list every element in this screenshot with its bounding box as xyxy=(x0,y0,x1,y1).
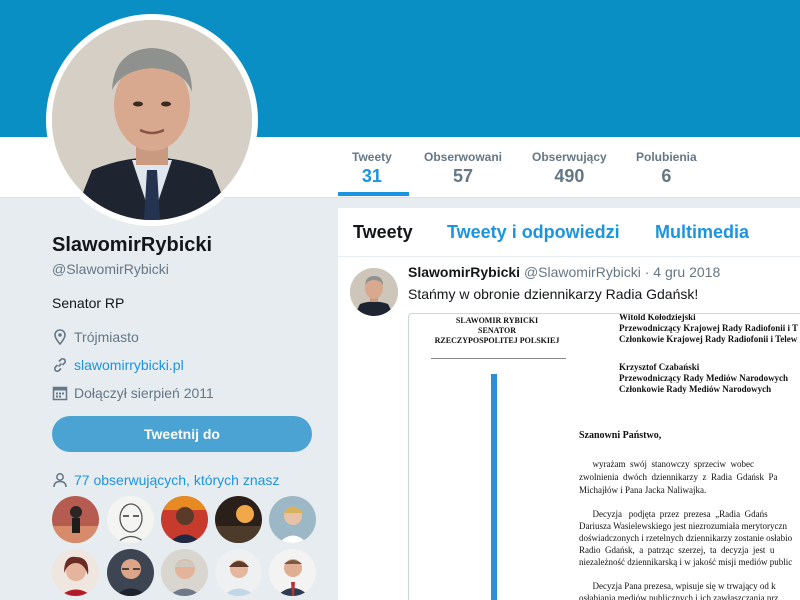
timeline-tabs: Tweety Tweety i odpowiedzi Multimedia xyxy=(338,208,800,257)
website-link[interactable]: slawomirrybicki.pl xyxy=(74,357,184,373)
tweet-author-handle[interactable]: @SlawomirRybicki xyxy=(524,264,641,280)
tweet-text: Stańmy w obronie dziennikarzy Radia Gdań… xyxy=(408,286,699,302)
doc-text-line: Dariusza Wasielewskiego jest niezrozumia… xyxy=(579,521,788,531)
stat-value: 490 xyxy=(554,166,585,186)
doc-text-line: Michajłów i Pana Jacka Naliwajka. xyxy=(579,485,707,495)
follower-avatar[interactable] xyxy=(269,549,316,596)
doc-recipient-line: Członkowie Krajowej Rady Radiofonii i Te… xyxy=(619,334,798,344)
tweet-date[interactable]: · 4 gru 2018 xyxy=(645,264,721,280)
profile-sidebar: SlawomirRybicki @SlawomirRybicki Senator… xyxy=(52,234,322,401)
doc-sender-line: SENATOR xyxy=(478,326,516,335)
doc-greeting: Szanowni Państwo, xyxy=(579,430,662,441)
doc-text-line: zwolnienia dwóch dziennikarzy z Radia Gd… xyxy=(579,472,778,482)
stat-label: Polubienia xyxy=(636,150,697,164)
doc-blue-bar xyxy=(491,374,497,600)
doc-text-line: wyrażam swój stanowczy sprzeciw wobec xyxy=(579,459,754,469)
tweet-avatar[interactable] xyxy=(350,268,398,316)
followers-you-know-link[interactable]: 77 obserwujących, których znasz xyxy=(52,472,279,488)
follower-avatar[interactable] xyxy=(52,496,99,543)
doc-sender-line: RZECZYPOSPOLITEJ POLSKIEJ xyxy=(434,336,560,345)
stat-value: 6 xyxy=(661,166,672,186)
stat-value: 57 xyxy=(453,166,474,186)
stat-value: 31 xyxy=(361,166,382,186)
profile-joined: Dołączył sierpień 2011 xyxy=(52,385,322,401)
tab-tweets-and-replies[interactable]: Tweety i odpowiedzi xyxy=(447,222,620,243)
stat-likes[interactable]: Polubienia 6 xyxy=(636,150,697,187)
follower-avatar[interactable] xyxy=(161,496,208,543)
profile-location: Trójmiasto xyxy=(52,329,322,345)
stat-label: Obserwujący xyxy=(532,150,607,164)
stat-following[interactable]: Obserwowani 57 xyxy=(424,150,502,187)
doc-text-line: osłabiania mediów publicznych i ich zawł… xyxy=(579,593,779,600)
doc-divider xyxy=(431,358,566,359)
person-icon xyxy=(52,472,68,488)
active-stat-indicator xyxy=(338,192,409,196)
doc-recipient-line: Przewodniczący Krajowej Rady Radiofonii … xyxy=(619,323,799,333)
stat-label: Obserwowani xyxy=(424,150,503,164)
doc-text-line: Decyzja Pana prezesa, wpisuje się w trwa… xyxy=(579,581,776,591)
doc-recipient-line: Przewodniczący Rady Mediów Narodowych xyxy=(619,373,789,383)
doc-text-line: niezależność dziennikarską i w jakość mi… xyxy=(579,557,793,567)
follower-avatar[interactable] xyxy=(107,496,154,543)
doc-text-line: Decyzja podjęta przez prezesa „Radia Gda… xyxy=(579,509,768,519)
profile-handle[interactable]: @SlawomirRybicki xyxy=(52,261,322,277)
tweet-media-document[interactable]: SLAWOMIR RYBICKI SENATOR RZECZYPOSPOLITE… xyxy=(408,313,800,600)
follower-avatar[interactable] xyxy=(269,496,316,543)
avatar-photo xyxy=(52,20,252,220)
tweet-header: SlawomirRybicki @SlawomirRybicki · 4 gru… xyxy=(408,264,720,280)
doc-text-line: Radio Gdańsk, a patrząc szerzej, ta decy… xyxy=(579,545,775,555)
timeline: Tweety Tweety i odpowiedzi Multimedia Sl… xyxy=(338,208,800,600)
link-icon xyxy=(52,357,68,373)
follower-avatar[interactable] xyxy=(215,549,262,596)
doc-recipient-line: Członkowie Rady Mediów Narodowych xyxy=(619,384,772,394)
tab-media[interactable]: Multimedia xyxy=(655,222,749,243)
stat-label: Tweety xyxy=(352,150,392,164)
location-icon xyxy=(52,329,68,345)
tweet[interactable]: SlawomirRybicki @SlawomirRybicki · 4 gru… xyxy=(338,258,800,600)
profile-avatar[interactable] xyxy=(46,14,258,226)
location-text: Trójmiasto xyxy=(74,329,139,345)
profile-name[interactable]: SlawomirRybicki xyxy=(52,234,322,257)
tweet-author-name[interactable]: SlawomirRybicki xyxy=(408,264,520,280)
follower-avatar[interactable] xyxy=(161,549,208,596)
follower-avatar[interactable] xyxy=(107,549,154,596)
doc-sender: SLAWOMIR RYBICKI SENATOR RZECZYPOSPOLITE… xyxy=(427,316,567,346)
stat-followers[interactable]: Obserwujący 490 xyxy=(532,150,607,187)
follower-avatar[interactable] xyxy=(215,496,262,543)
tweet-to-button[interactable]: Tweetnij do xyxy=(52,416,312,452)
calendar-icon xyxy=(52,385,68,401)
profile-website: slawomirrybicki.pl xyxy=(52,357,322,373)
doc-recipient-line: Krzysztof Czabański xyxy=(619,362,700,372)
doc-sender-line: SLAWOMIR RYBICKI xyxy=(455,316,539,325)
follower-avatar[interactable] xyxy=(52,549,99,596)
followers-you-know-text: 77 obserwujących, których znasz xyxy=(74,472,280,488)
doc-text-line: doświadczonych i rzetelnych dziennikarzy… xyxy=(579,533,793,543)
joined-text: Dołączył sierpień 2011 xyxy=(74,385,214,401)
tab-tweets[interactable]: Tweety xyxy=(353,222,413,243)
doc-recipient-line: Witold Kołodziejski xyxy=(619,313,696,322)
profile-bio: Senator RP xyxy=(52,295,125,311)
stat-tweets[interactable]: Tweety 31 xyxy=(352,150,392,187)
